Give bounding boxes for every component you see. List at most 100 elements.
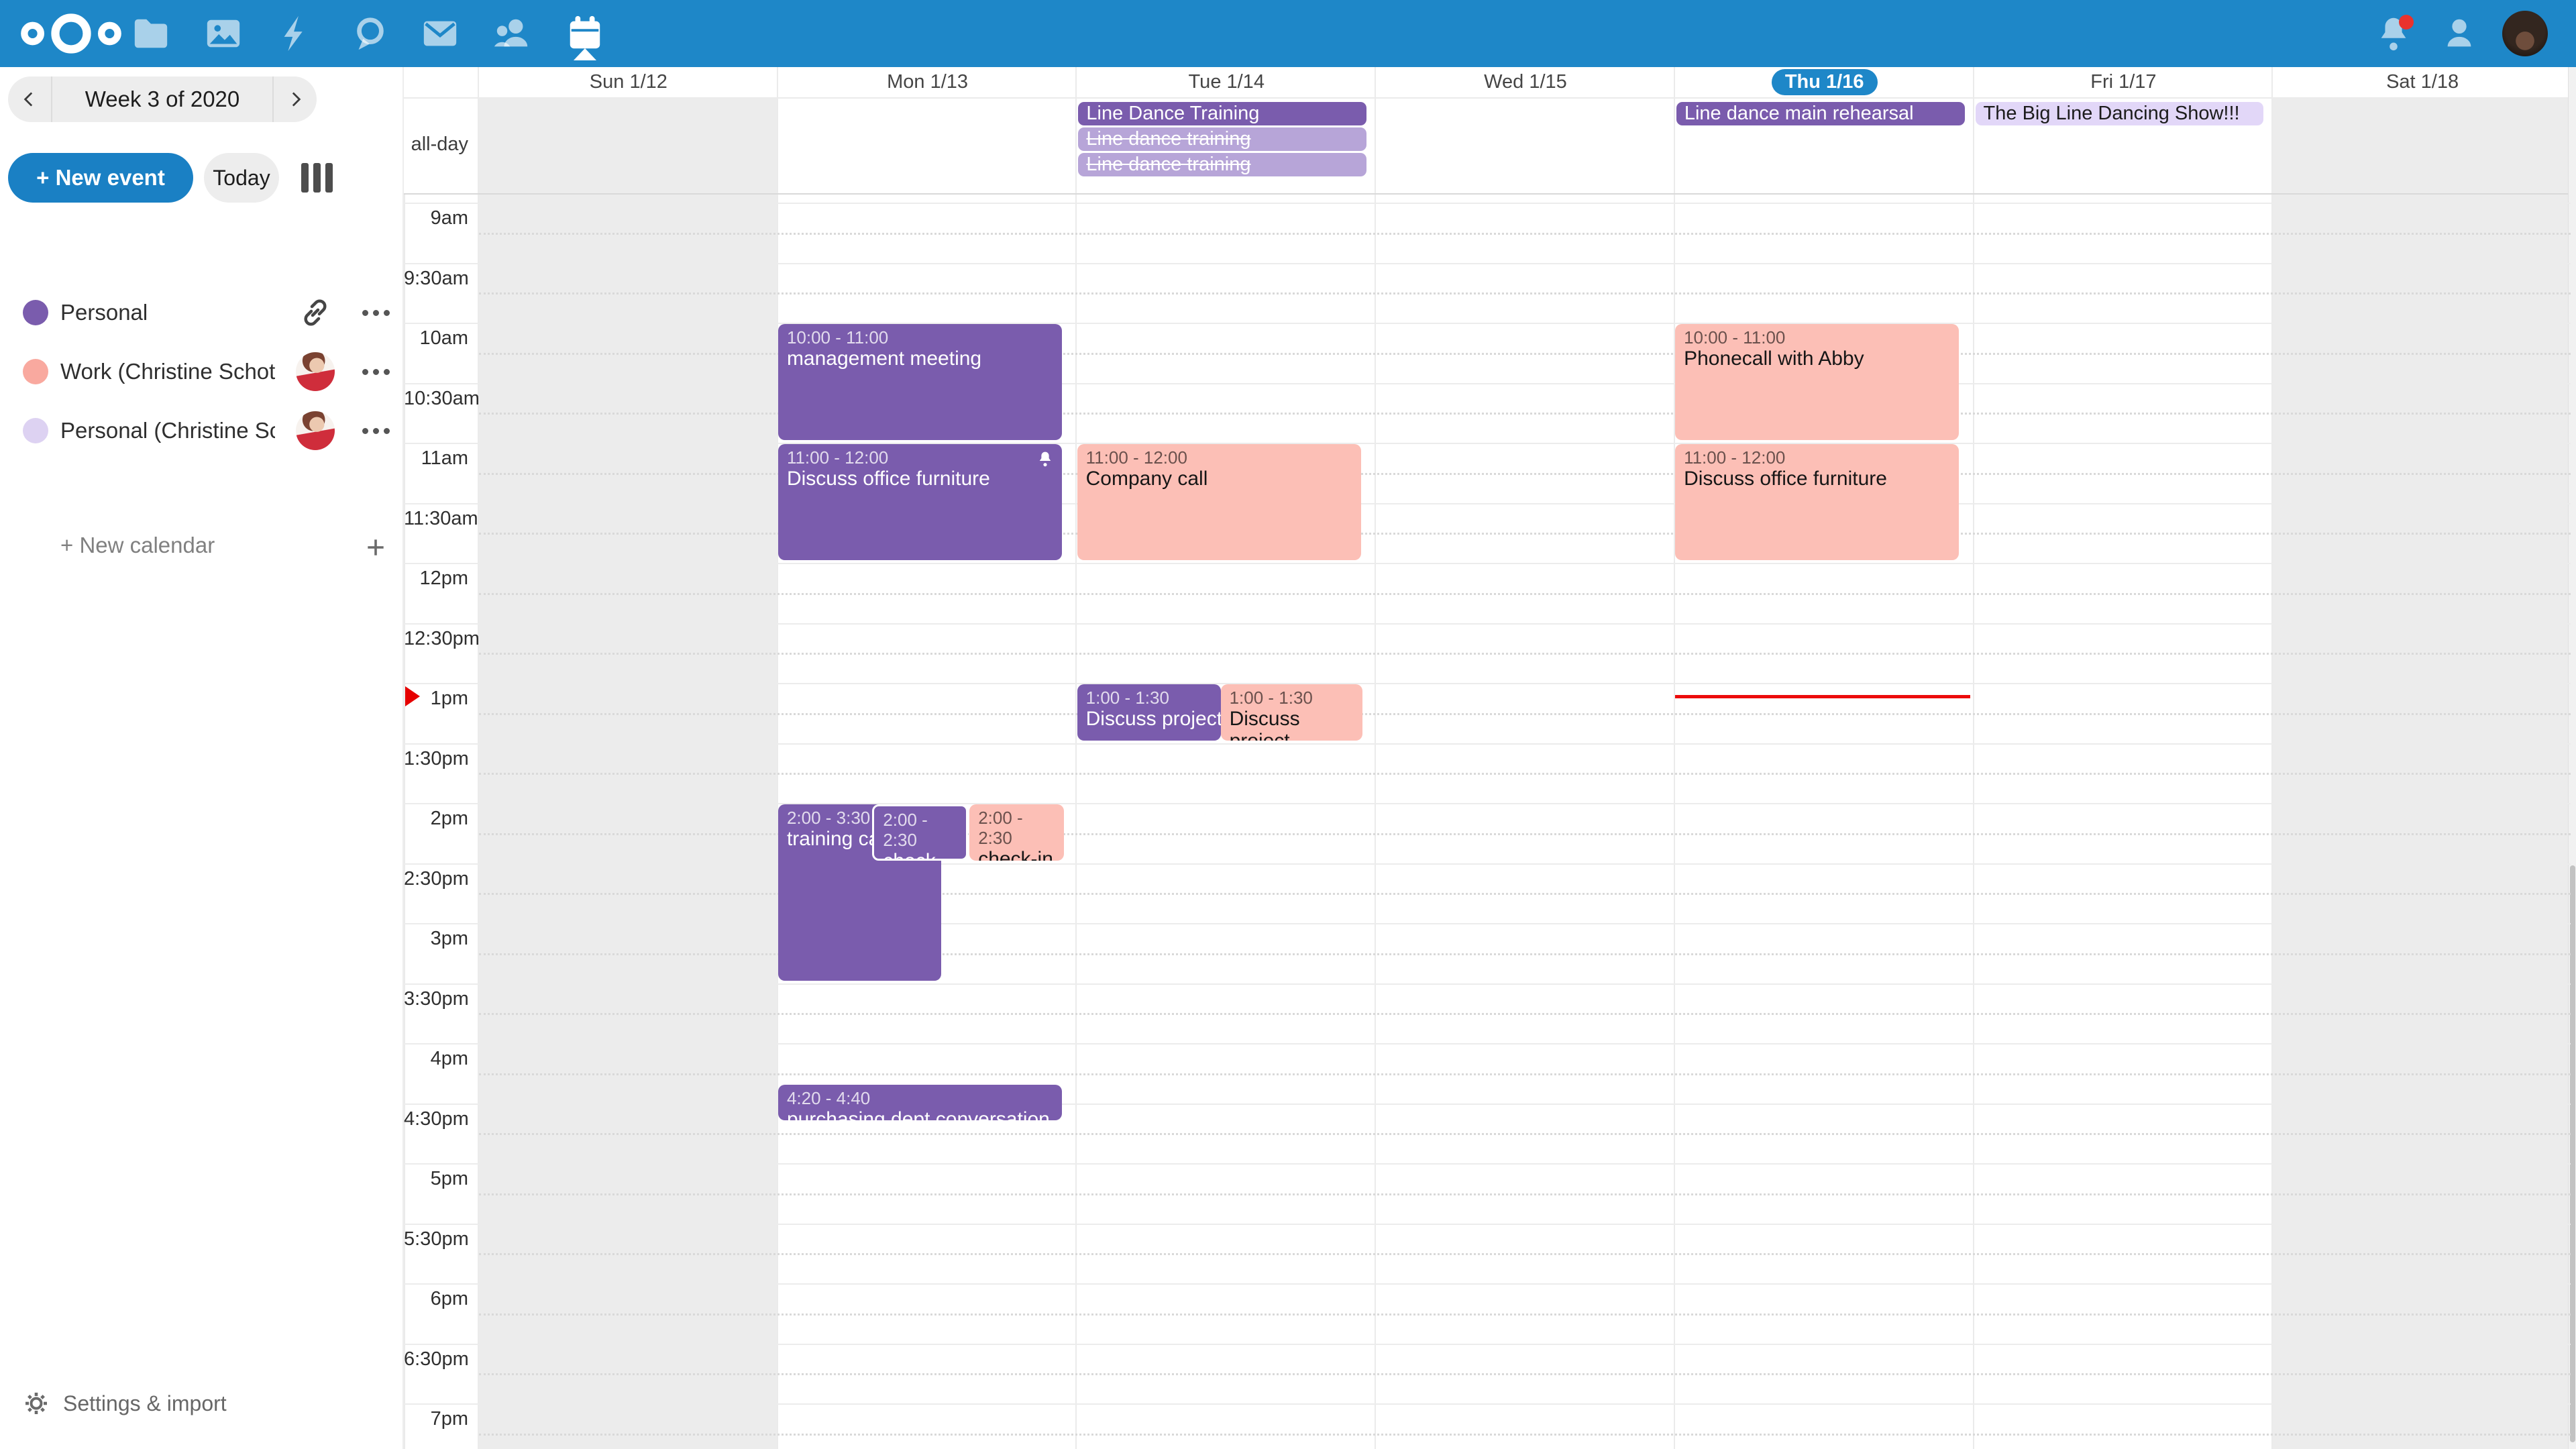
day-header-sun[interactable]: Sun 1/12 xyxy=(478,67,778,97)
avatar[interactable] xyxy=(2502,11,2548,56)
event-time: 11:00 - 12:00 xyxy=(787,447,1053,468)
event-title: Discuss office furniture xyxy=(1684,468,1950,490)
event-title: check-in xyxy=(978,848,1055,861)
notifications-icon[interactable] xyxy=(2359,0,2428,67)
calendar-actions-menu-button[interactable] xyxy=(354,409,397,452)
nextcloud-logo[interactable] xyxy=(12,0,130,67)
view-toggle-button[interactable] xyxy=(295,162,338,193)
event-block[interactable]: 11:00 - 12:00Discuss office furniture xyxy=(1675,444,1959,560)
current-time-line xyxy=(1675,695,1970,698)
event-block[interactable]: 10:00 - 11:00Phonecall with Abby xyxy=(1675,324,1959,440)
event-block[interactable]: 1:00 - 1:30Discuss project announcement xyxy=(1221,684,1363,741)
time-axis-label: 9am xyxy=(404,207,468,229)
mail-icon[interactable] xyxy=(405,0,475,67)
calendar-color-dot[interactable] xyxy=(23,418,48,443)
scrollbar-thumb[interactable] xyxy=(2570,865,2575,1442)
time-axis-label: 6:30pm xyxy=(404,1348,468,1371)
calendar-name: Personal (Christine Scho... xyxy=(60,418,275,443)
day-header-wed[interactable]: Wed 1/15 xyxy=(1375,67,1675,97)
week-navigation: Week 3 of 2020 xyxy=(8,76,317,122)
new-event-button[interactable]: + New event xyxy=(8,153,193,203)
event-block[interactable]: 2:00 - 2:30check-in xyxy=(872,804,968,861)
event-block[interactable]: 2:00 - 2:30check-in xyxy=(969,804,1063,861)
day-header-label: Sat 1/18 xyxy=(2386,71,2459,93)
calendar-list-item[interactable]: Personal xyxy=(0,283,402,342)
all-day-row: all-day Line Dance TrainingLine dance tr… xyxy=(404,99,2571,195)
event-title: Discuss project announcement xyxy=(1086,708,1212,730)
all-day-cell[interactable] xyxy=(1375,99,1675,193)
event-block[interactable]: 4:20 - 4:40purchasing dept conversation xyxy=(778,1085,1062,1121)
day-header-sat[interactable]: Sat 1/18 xyxy=(2271,67,2572,97)
all-day-event[interactable]: Line dance main rehearsal xyxy=(1676,102,1965,125)
calendar-actions-menu-button[interactable] xyxy=(354,291,397,334)
next-week-button[interactable] xyxy=(272,76,317,122)
calendar-list-item[interactable]: Work (Christine Schott) xyxy=(0,342,402,401)
time-axis-label: 7pm xyxy=(404,1408,468,1430)
day-column-fri[interactable] xyxy=(1973,195,2272,1449)
all-day-event[interactable]: Line dance training xyxy=(1078,127,1366,151)
today-pill: Thu 1/16 xyxy=(1772,69,1878,95)
photos-icon[interactable] xyxy=(189,0,258,67)
calendar-actions-menu-button[interactable] xyxy=(354,350,397,393)
all-day-cell[interactable] xyxy=(478,99,778,193)
event-title: check-in xyxy=(883,850,957,861)
new-calendar-button[interactable]: + New calendar xyxy=(0,519,402,573)
contacts-menu-icon[interactable] xyxy=(2424,0,2494,67)
event-block[interactable]: 10:00 - 11:00management meeting xyxy=(778,324,1062,440)
calendar-color-dot[interactable] xyxy=(23,359,48,384)
calendar-list: Personal Work (Christine Schott) Personal … xyxy=(0,283,402,460)
event-time: 4:20 - 4:40 xyxy=(787,1088,1053,1108)
day-header-thu[interactable]: Thu 1/16 xyxy=(1674,67,1974,97)
event-block[interactable]: 1:00 - 1:30Discuss project announcement xyxy=(1077,684,1221,741)
event-block[interactable]: 11:00 - 12:00Discuss office furniture xyxy=(778,444,1062,560)
all-day-event[interactable]: Line dance training xyxy=(1078,153,1366,176)
day-header-label: Wed 1/15 xyxy=(1484,71,1567,93)
day-column-tue[interactable] xyxy=(1075,195,1375,1449)
day-header-label: Tue 1/14 xyxy=(1189,71,1265,93)
event-block[interactable]: 11:00 - 12:00Company call xyxy=(1077,444,1361,560)
notification-badge xyxy=(2399,15,2414,30)
active-app-caret xyxy=(574,48,596,60)
activity-icon[interactable] xyxy=(261,0,331,67)
time-axis-label: 5:30pm xyxy=(404,1228,468,1250)
event-title: Discuss office furniture xyxy=(787,468,1053,490)
day-header-tue[interactable]: Tue 1/14 xyxy=(1075,67,1376,97)
shared-by-avatar xyxy=(294,409,337,452)
all-day-event[interactable]: Line Dance Training xyxy=(1078,102,1366,125)
new-calendar-label: + New calendar xyxy=(60,533,275,558)
day-header-mon[interactable]: Mon 1/13 xyxy=(777,67,1077,97)
calendar-week-view: Sun 1/12 Mon 1/13 Tue 1/14 Wed 1/15 Thu 1/16… xyxy=(402,67,2571,1449)
day-header-fri[interactable]: Fri 1/17 xyxy=(1973,67,2273,97)
week-label[interactable]: Week 3 of 2020 xyxy=(52,76,272,122)
calendar-name: Work (Christine Schott) xyxy=(60,359,275,384)
day-header-label: Mon 1/13 xyxy=(887,71,968,93)
all-day-cell[interactable] xyxy=(2271,99,2572,193)
calendar-list-item[interactable]: Personal (Christine Scho... xyxy=(0,401,402,460)
day-column-sat[interactable] xyxy=(2271,195,2571,1449)
link-icon[interactable] xyxy=(294,291,337,334)
time-axis-label: 5pm xyxy=(404,1168,468,1190)
all-day-cell[interactable] xyxy=(777,99,1077,193)
files-icon[interactable] xyxy=(116,0,186,67)
day-header-row: Sun 1/12 Mon 1/13 Tue 1/14 Wed 1/15 Thu 1/16… xyxy=(404,67,2571,99)
time-axis-label: 2:30pm xyxy=(404,868,468,890)
time-axis-label: 12pm xyxy=(404,568,468,590)
time-axis-label: 4:30pm xyxy=(404,1108,468,1130)
reminder-bell-icon xyxy=(1036,450,1054,468)
all-day-event[interactable]: The Big Line Dancing Show!!! xyxy=(1976,102,2264,125)
contacts-icon[interactable] xyxy=(478,0,547,67)
previous-week-button[interactable] xyxy=(8,76,52,122)
event-time: 1:00 - 1:30 xyxy=(1230,688,1354,708)
day-column-sun[interactable] xyxy=(478,195,777,1449)
settings-import-button[interactable]: Settings & import xyxy=(20,1385,231,1422)
time-axis-label: 3:30pm xyxy=(404,988,468,1010)
event-time: 10:00 - 11:00 xyxy=(787,327,1053,347)
time-axis-label: 10am xyxy=(404,327,468,350)
day-header-label: Sun 1/12 xyxy=(590,71,667,93)
day-column-wed[interactable] xyxy=(1375,195,1674,1449)
event-title: Discuss project announcement xyxy=(1230,708,1354,741)
talk-icon[interactable] xyxy=(335,0,405,67)
calendar-color-dot[interactable] xyxy=(23,300,48,325)
today-button[interactable]: Today xyxy=(204,153,279,203)
time-axis-label: 10:30am xyxy=(404,388,468,410)
